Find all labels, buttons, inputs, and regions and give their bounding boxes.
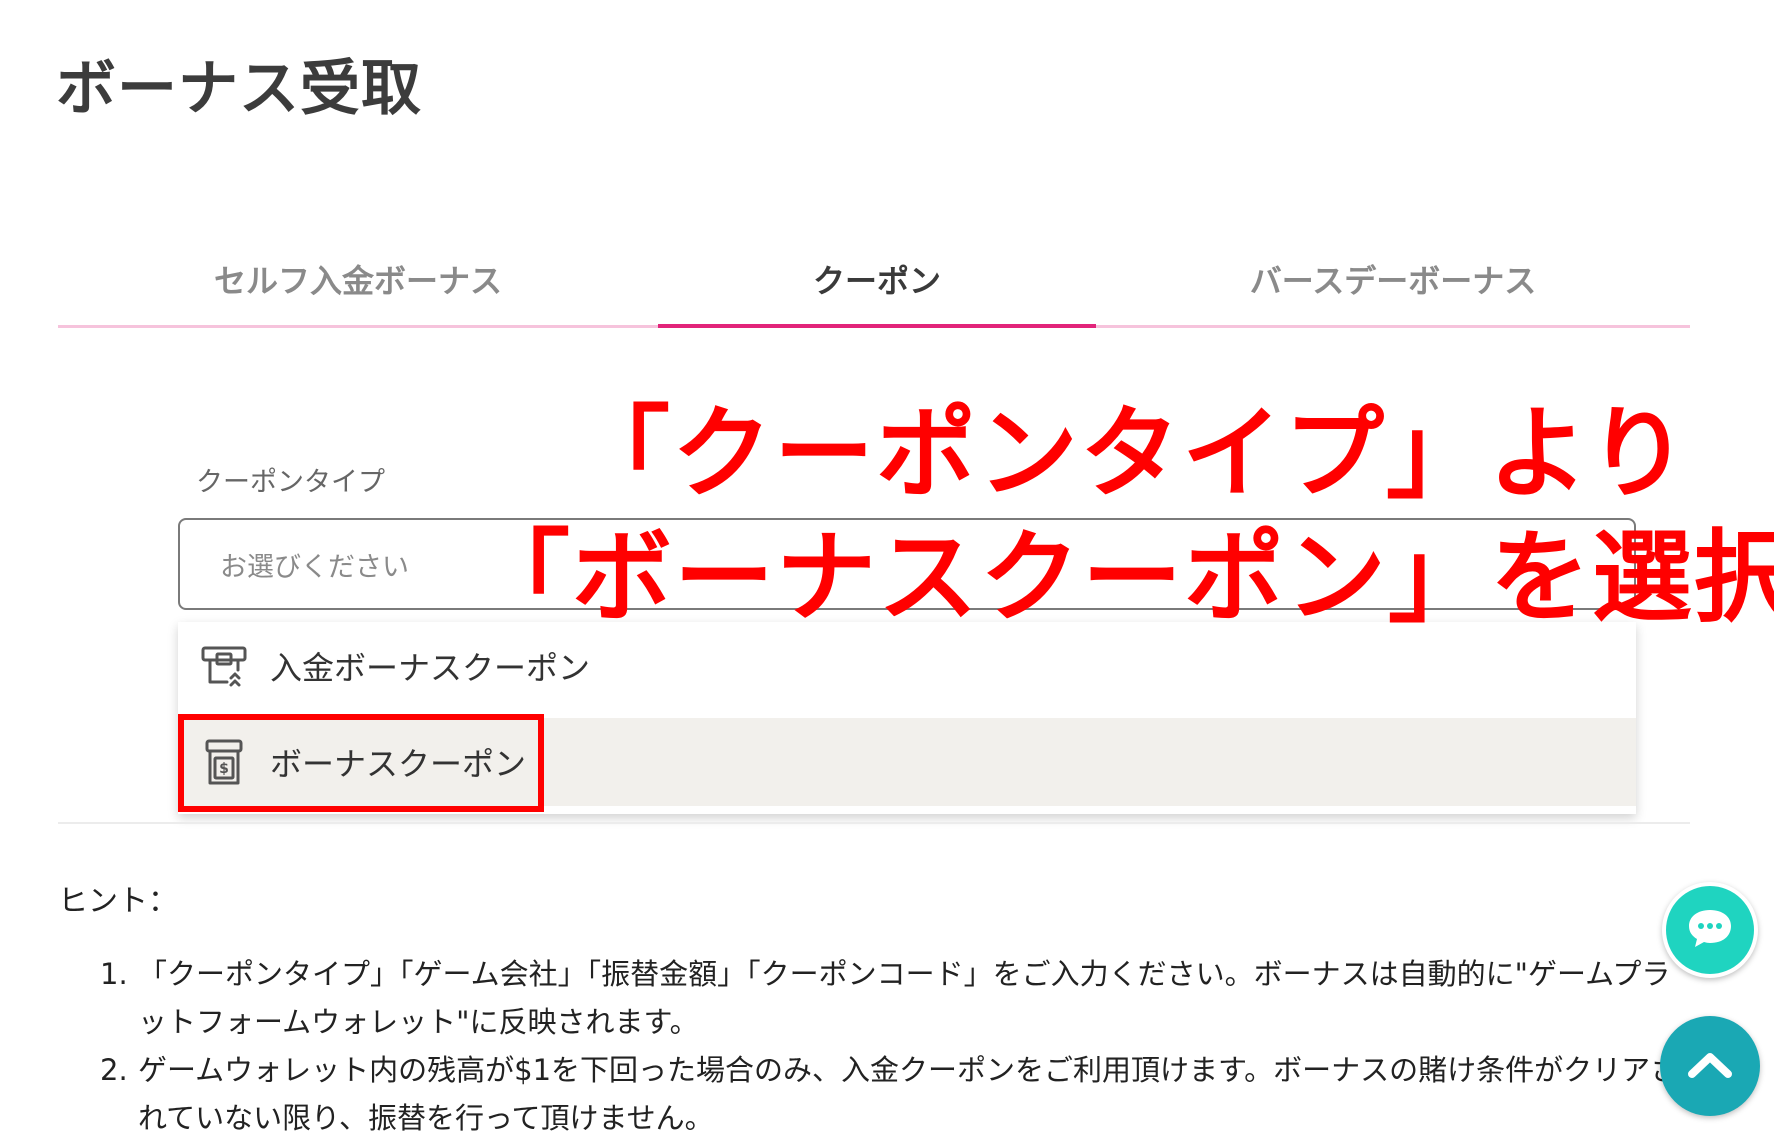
scroll-to-top-button[interactable] [1660,1016,1760,1116]
hint-item-text: 「クーポンタイプ」「ゲーム会社」「振替金額」「クーポンコード」をご入力ください。… [138,957,1671,1039]
page-title: ボーナス受取 [56,54,422,124]
hint-item-number: 1. [100,957,128,991]
tab-coupon[interactable]: クーポン [658,240,1096,328]
tab-birthday-bonus[interactable]: バースデーボーナス [1096,240,1690,328]
dropdown-item-label: 入金ボーナスクーポン [270,649,591,687]
hint-item-number: 2. [100,1053,128,1087]
hint-title: ヒント： [58,884,178,919]
coupon-type-label: クーポンタイプ [196,467,385,498]
hint-item-text: ゲームウォレット内の残高が$1を下回った場合のみ、入金クーポンをご利用頂けます。… [138,1053,1680,1135]
hint-item: 1. 「クーポンタイプ」「ゲーム会社」「振替金額」「クーポンコード」をご入力くだ… [100,950,1680,1046]
hint-item: 2. ゲームウォレット内の残高が$1を下回った場合のみ、入金クーポンをご利用頂け… [100,1046,1680,1142]
hint-list: 1. 「クーポンタイプ」「ゲーム会社」「振替金額」「クーポンコード」をご入力くだ… [100,950,1680,1142]
annotation-line-2: 「ボーナスクーポン」を選択 [470,519,1774,636]
divider [58,822,1690,824]
deposit-coupon-icon [200,642,248,690]
chat-button[interactable] [1662,882,1758,978]
highlight-box [178,714,544,812]
tab-self-deposit-bonus[interactable]: セルフ入金ボーナス [58,240,658,328]
chat-bubble-icon [1686,906,1734,954]
tab-bar: セルフ入金ボーナス クーポン バースデーボーナス [58,240,1690,328]
chevron-up-icon [1686,1048,1734,1084]
coupon-type-placeholder: お選びください [220,551,409,583]
